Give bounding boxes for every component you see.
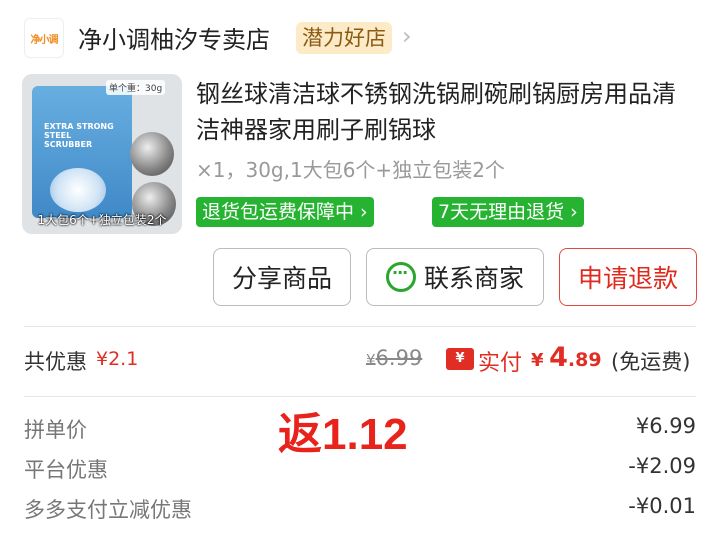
paid-integer: 4	[549, 342, 568, 373]
breakdown-label-payment-discount: 多多支付立减优惠	[24, 498, 192, 522]
payment-ticket-icon: ¥	[446, 348, 474, 370]
chevron-right-icon[interactable]: ›	[402, 22, 412, 50]
original-price-currency: ¥	[366, 351, 376, 369]
scrubber-ball-graphic	[130, 132, 174, 176]
tag-seven-day-return[interactable]: 7天无理由退货 ›	[432, 197, 584, 227]
paid-price: ¥ 4.89	[531, 342, 602, 373]
breakdown-label-platform-discount: 平台优惠	[24, 458, 108, 482]
total-discount-label: 共优惠	[24, 350, 87, 374]
product-bag-label: EXTRA STRONG STEEL SCRUBBER	[44, 122, 114, 149]
order-card: 净小调 净小调柚汐专卖店 潜力好店 › EXTRA STRONG STEEL S…	[0, 0, 720, 550]
product-image[interactable]: EXTRA STRONG STEEL SCRUBBER 单个重：30g 1大包6…	[22, 74, 182, 234]
share-product-button[interactable]: 分享商品	[213, 248, 351, 306]
divider	[24, 396, 696, 397]
store-logo-text: 净小调	[30, 34, 59, 46]
breakdown-label-group-price: 拼单价	[24, 418, 87, 442]
request-refund-label: 申请退款	[577, 264, 678, 293]
breakdown-value-platform-discount: -¥2.09	[628, 454, 696, 478]
product-title[interactable]: 钢丝球清洁球不锈钢洗锅刷碗刷锅厨房用品清洁神器家用刷子刷锅球	[196, 76, 696, 148]
paid-currency: ¥	[531, 350, 544, 371]
divider	[24, 326, 696, 327]
paid-decimal: .89	[567, 349, 602, 371]
contact-seller-label: 联系商家	[423, 264, 524, 293]
chat-icon	[385, 262, 416, 292]
store-logo[interactable]: 净小调	[24, 18, 64, 58]
paid-label: 实付	[478, 351, 523, 376]
breakdown-value-group-price: ¥6.99	[635, 414, 696, 438]
total-discount-value: ¥2.1	[96, 348, 139, 370]
product-unit-tag: 单个重：30g	[106, 80, 166, 95]
breakdown-value-payment-discount: -¥0.01	[628, 494, 696, 518]
shipping-note: (免运费)	[611, 350, 691, 374]
product-image-caption: 1大包6个+独立包装2个	[37, 213, 167, 227]
contact-seller-button[interactable]: 联系商家	[366, 248, 544, 306]
product-spec: ×1，30g,1大包6个+独立包装2个	[196, 158, 505, 182]
flower-sponge-graphic	[50, 168, 106, 212]
share-product-label: 分享商品	[231, 264, 332, 293]
original-price-value: 6.99	[375, 346, 423, 370]
store-name[interactable]: 净小调柚汐专卖店	[78, 20, 270, 55]
rebate-overlay-text: 返1.12	[278, 410, 408, 459]
request-refund-button[interactable]: 申请退款	[559, 248, 697, 306]
tag-return-shipping[interactable]: 退货包运费保障中 ›	[196, 197, 374, 227]
original-price: ¥6.99	[366, 346, 422, 370]
store-badge: 潜力好店	[296, 22, 392, 54]
